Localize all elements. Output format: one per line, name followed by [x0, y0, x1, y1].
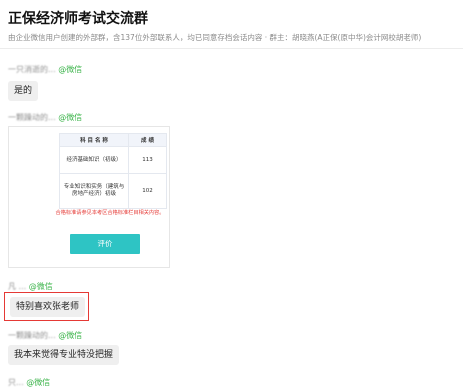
highlight-annotation-box — [4, 292, 89, 321]
sender-source: @微信 — [28, 282, 53, 291]
sender-name[interactable]: 一只消逝的... — [8, 65, 56, 74]
message-sender: 一只消逝的... @微信 — [8, 64, 82, 75]
message-sender: 凡 ... @微信 — [8, 281, 53, 292]
score-table: 科 目 名 称 成 绩 经济基础知识（初级） 113 专业知识和实务（建筑与房地… — [59, 133, 167, 209]
sender-source: @微信 — [58, 65, 83, 74]
evaluate-button[interactable]: 评价 — [70, 234, 140, 254]
message-bubble[interactable]: 我本来觉得专业特没把握 — [8, 345, 120, 365]
sender-source: @微信 — [26, 378, 51, 387]
subject-cell: 经济基础知识（初级） — [59, 146, 129, 174]
chat-header: 正保经济师考试交流群 由企业微信用户创建的外部群，含137位外部联系人，均已同意… — [8, 10, 458, 43]
sender-name[interactable]: 凡 ... — [8, 282, 26, 291]
sender-name[interactable]: 一颗躁动的... — [8, 113, 56, 122]
message-sender: 一颗躁动的... @微信 — [8, 330, 82, 341]
message-sender: 只... @微信 — [8, 377, 50, 388]
message-sender: 一颗躁动的... @微信 — [8, 112, 82, 123]
table-header-score: 成 绩 — [128, 133, 167, 147]
sender-source: @微信 — [58, 331, 83, 340]
group-description: 由企业微信用户创建的外部群，含137位外部联系人，均已同意存档会话内容 · 群主… — [8, 33, 422, 42]
sender-name[interactable]: 只... — [8, 378, 24, 387]
pass-standard-note: 合格标准请参见本考区合格标准栏目相关内容。 — [55, 210, 165, 216]
header-divider — [0, 48, 463, 49]
table-header-subject: 科 目 名 称 — [59, 133, 129, 147]
table-row: 专业知识和实务（建筑与房地产经济）初级 102 — [59, 173, 167, 209]
score-cell: 102 — [128, 173, 167, 209]
table-row: 经济基础知识（初级） 113 — [59, 146, 167, 174]
message-bubble[interactable]: 是的 — [8, 81, 39, 101]
sender-source: @微信 — [58, 113, 83, 122]
group-title: 正保经济师考试交流群 — [8, 11, 148, 27]
score-cell: 113 — [128, 146, 167, 174]
score-report-image[interactable]: 科 目 名 称 成 绩 经济基础知识（初级） 113 专业知识和实务（建筑与房地… — [8, 126, 170, 268]
sender-name[interactable]: 一颗躁动的... — [8, 331, 56, 340]
subject-cell: 专业知识和实务（建筑与房地产经济）初级 — [59, 173, 129, 209]
